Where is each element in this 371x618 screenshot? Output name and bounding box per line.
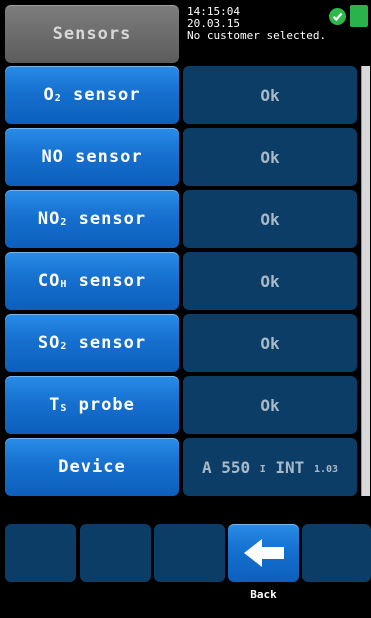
- o2-status-value: Ok: [260, 85, 280, 105]
- device-model: A 550: [201, 457, 260, 477]
- so2-sensor-status: Ok: [183, 314, 357, 372]
- no2-status-value: Ok: [260, 209, 280, 229]
- check-icon-glyph: [332, 12, 343, 22]
- so2-label-main: SO: [37, 333, 61, 353]
- coh-status-value: Ok: [260, 271, 280, 291]
- back-label: Back: [250, 588, 277, 601]
- ts-probe-status: Ok: [183, 376, 357, 434]
- toolbar-slot-5[interactable]: [302, 524, 371, 582]
- check-icon: [329, 8, 346, 25]
- arrow-left-icon: [243, 539, 284, 567]
- device-int: INT: [265, 457, 314, 477]
- row-device: Device A 550 I INT 1.03: [5, 438, 357, 496]
- row-no2-sensor: NO 2 sensor Ok: [5, 190, 357, 248]
- so2-status-value: Ok: [260, 333, 280, 353]
- page-title: Sensors: [5, 5, 179, 63]
- row-so2-sensor: SO 2 sensor Ok: [5, 314, 357, 372]
- device-button[interactable]: Device: [5, 438, 179, 496]
- o2-label-main: O: [43, 85, 55, 105]
- coh-label-rest: sensor: [67, 271, 147, 291]
- page-title-label: Sensors: [52, 24, 132, 44]
- device-info: A 550 I INT 1.03: [183, 438, 357, 496]
- ts-probe-button[interactable]: TS probe: [5, 376, 179, 434]
- no2-sensor-status: Ok: [183, 190, 357, 248]
- ts-label-rest: probe: [67, 395, 135, 415]
- so2-label-sub: 2: [60, 340, 68, 352]
- back-button[interactable]: [228, 524, 299, 582]
- no-sensor-button[interactable]: NO sensor: [5, 128, 179, 186]
- o2-sensor-button[interactable]: O2 sensor: [5, 66, 179, 124]
- device-model-sub: I: [259, 463, 266, 475]
- row-o2-sensor: O2 sensor Ok: [5, 66, 357, 124]
- so2-sensor-button[interactable]: SO 2 sensor: [5, 314, 179, 372]
- no-status-value: Ok: [260, 147, 280, 167]
- screen: Sensors 14:15:04 20.03.15 No customer se…: [0, 0, 371, 618]
- o2-label-rest: sensor: [61, 85, 141, 105]
- device-version: 1.03: [313, 463, 339, 475]
- row-coh-sensor: CO H sensor Ok: [5, 252, 357, 310]
- coh-label-sub: H: [60, 278, 68, 290]
- no-label-main: NO sensor: [41, 147, 143, 167]
- ts-label-main: T: [49, 395, 61, 415]
- so2-label-rest: sensor: [67, 333, 147, 353]
- o2-label-sub: 2: [54, 92, 62, 104]
- device-label: Device: [58, 457, 126, 477]
- toolbar-slot-1[interactable]: [5, 524, 76, 582]
- ts-label-sub: S: [60, 402, 68, 414]
- no-sensor-status: Ok: [183, 128, 357, 186]
- toolbar-slot-3[interactable]: [154, 524, 225, 582]
- no2-label-rest: sensor: [67, 209, 147, 229]
- toolbar-slot-2[interactable]: [80, 524, 151, 582]
- no2-label-sub: 2: [60, 216, 68, 228]
- battery-icon: [350, 5, 368, 27]
- customer-status: No customer selected.: [187, 29, 327, 42]
- scrollbar[interactable]: [361, 66, 370, 496]
- ts-status-value: Ok: [260, 395, 280, 415]
- no2-sensor-button[interactable]: NO 2 sensor: [5, 190, 179, 248]
- coh-sensor-button[interactable]: CO H sensor: [5, 252, 179, 310]
- no2-label-main: NO: [37, 209, 61, 229]
- o2-sensor-status: Ok: [183, 66, 357, 124]
- row-no-sensor: NO sensor Ok: [5, 128, 357, 186]
- coh-label-main: CO: [37, 271, 61, 291]
- row-ts-probe: TS probe Ok: [5, 376, 357, 434]
- coh-sensor-status: Ok: [183, 252, 357, 310]
